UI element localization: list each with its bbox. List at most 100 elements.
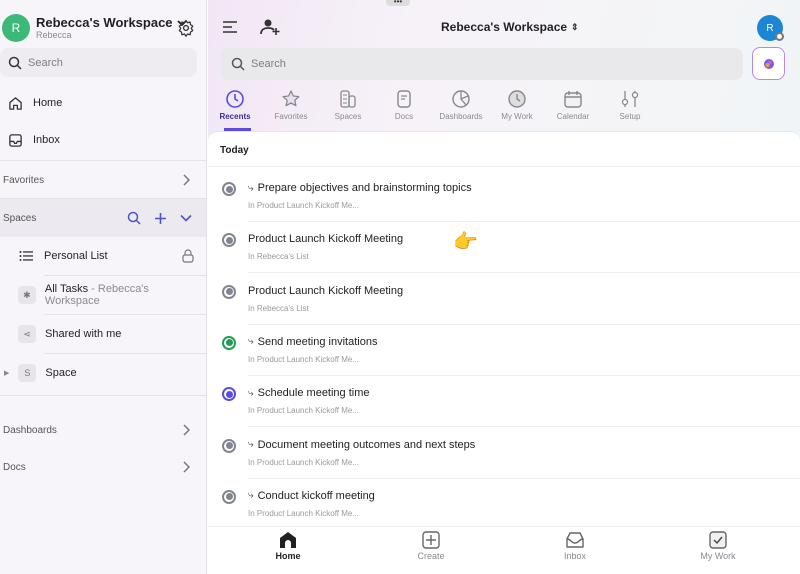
bottom-tab-inbox[interactable]: Inbox [535, 531, 615, 561]
tab-dashboards[interactable]: Dashboards [431, 89, 491, 121]
tab-spaces[interactable]: Spaces [318, 89, 378, 121]
list-item[interactable]: ⤷ Prepare objectives and brainstorming to… [208, 171, 800, 222]
task-location: In Product Launch Kickoff Me... [248, 406, 360, 416]
status-indicator [775, 32, 784, 41]
subtask-icon: ⤷ [248, 336, 254, 348]
bottom-tab-my-work[interactable]: My Work [678, 531, 758, 561]
workspace-switcher[interactable]: Rebecca's Workspace Rebecca [36, 15, 187, 40]
chevron-down-icon[interactable] [180, 214, 192, 222]
all-tasks-label: All Tasks [44, 283, 89, 295]
search-icon[interactable] [127, 211, 141, 225]
list-item[interactable]: Product Launch Kickoff Meeting In Rebecca… [208, 274, 800, 325]
tab-label: Dashboards [439, 112, 483, 121]
window-handle[interactable]: ••• [386, 0, 410, 6]
sidebar-item-spaces[interactable]: Spaces [0, 199, 206, 237]
search-placeholder: Search [251, 58, 286, 70]
task-title: Document meeting outcomes and next steps [257, 438, 476, 451]
menu-icon[interactable] [222, 20, 238, 34]
bottom-nav: Home Create Inbox My Work [208, 526, 800, 574]
tab-docs[interactable]: Docs [374, 89, 434, 121]
sidebar-item-all-tasks[interactable]: ✱ All Tasks - Rebecca's Workspace [0, 283, 206, 307]
status-icon[interactable] [222, 335, 236, 350]
sidebar-search-input[interactable]: Search [0, 48, 197, 77]
sidebar: R Rebecca's Workspace Rebecca Search Hom… [0, 0, 207, 574]
checkbox-icon [709, 531, 727, 549]
status-icon[interactable] [222, 182, 236, 196]
status-icon[interactable] [222, 438, 236, 453]
lock-icon [182, 249, 194, 263]
asterisk-icon: ✱ [18, 286, 36, 304]
tab-calendar[interactable]: Calendar [543, 89, 603, 121]
sidebar-item-home[interactable]: Home [0, 93, 206, 113]
tab-favorites[interactable]: Favorites [261, 89, 321, 121]
workspace-avatar[interactable]: R [2, 14, 30, 42]
workspace-title-switcher[interactable]: Rebecca's Workspace ⇕ [441, 20, 579, 34]
subtask-icon: ⤷ [248, 490, 254, 502]
doc-icon [397, 90, 411, 108]
search-icon [231, 57, 245, 71]
list-item[interactable]: Product Launch Kickoff Meeting In Rebecca… [208, 222, 800, 274]
status-icon[interactable] [222, 387, 236, 402]
gear-icon[interactable] [177, 19, 195, 37]
bottom-tab-home[interactable]: Home [248, 531, 328, 561]
tab-setup[interactable]: Setup [600, 89, 660, 121]
sidebar-item-docs[interactable]: Docs [0, 457, 206, 477]
divider [208, 166, 800, 167]
ai-brain-button[interactable] [752, 47, 785, 80]
list-item[interactable]: ⤷ Send meeting invitations In Product Laun… [208, 325, 800, 376]
workspace-name: Rebecca's Workspace [36, 15, 173, 30]
caret-right-icon[interactable]: ▶ [4, 369, 9, 377]
task-title: Send meeting invitations [257, 335, 378, 348]
sidebar-item-inbox[interactable]: Inbox [0, 130, 206, 150]
inbox-label: Inbox [563, 551, 587, 561]
chevron-updown-icon: ⇕ [571, 21, 579, 32]
spaces-icon [340, 90, 356, 108]
plus-icon[interactable] [154, 212, 167, 225]
pointer-hand-icon: 👉 [453, 231, 478, 253]
task-location: In Product Launch Kickoff Me... [248, 457, 360, 467]
inbox-label: Inbox [33, 134, 60, 146]
docs-label: Docs [3, 461, 26, 473]
status-icon[interactable] [222, 233, 236, 248]
star-icon [282, 90, 300, 107]
list-icon [19, 251, 33, 261]
plus-square-icon [422, 531, 440, 549]
space-label: Space [45, 367, 77, 379]
add-user-icon[interactable] [260, 18, 280, 36]
task-location: In Product Launch Kickoff Me... [248, 201, 360, 210]
sidebar-item-personal-list[interactable]: Personal List [0, 246, 206, 266]
clock-icon [226, 90, 244, 108]
tab-my-work[interactable]: My Work [487, 89, 547, 121]
list-item[interactable]: ⤷ Schedule meeting time In Product Launch … [208, 376, 800, 428]
status-icon[interactable] [222, 284, 236, 299]
dashboards-label: Dashboards [3, 424, 57, 436]
tab-recents[interactable]: Recents [205, 89, 265, 121]
list-item[interactable]: ⤷ Document meeting outcomes and next step… [208, 428, 800, 479]
bottom-tab-create[interactable]: Create [391, 531, 471, 561]
sidebar-item-space[interactable]: ▶ S Space [0, 363, 206, 383]
task-location: In Rebecca's List [248, 252, 309, 262]
recents-list: Today ⤷ Prepare objectives and brainstorm… [208, 131, 800, 526]
sidebar-item-shared[interactable]: ⋖ Shared with me [0, 324, 206, 344]
subtask-icon: ⤷ [248, 387, 254, 399]
list-item[interactable]: ⤷ Conduct kickoff meeting In Product Launc… [208, 479, 800, 530]
divider [44, 353, 206, 354]
search-icon [8, 56, 22, 70]
tab-label: Spaces [334, 112, 362, 121]
task-title: Prepare objectives and brainstorming top… [257, 182, 472, 194]
main-search-input[interactable]: Search [221, 48, 743, 80]
workspace-title: Rebecca's Workspace [441, 20, 568, 34]
favorites-label: Favorites [3, 174, 45, 186]
sidebar-item-favorites[interactable]: Favorites [0, 170, 206, 190]
sidebar-item-dashboards[interactable]: Dashboards [0, 420, 206, 440]
create-label: Create [417, 551, 445, 561]
tab-label: Calendar [556, 112, 590, 121]
user-name: Rebecca [36, 30, 72, 40]
tab-label: Favorites [274, 112, 308, 121]
divider [0, 395, 206, 396]
task-title: Conduct kickoff meeting [257, 489, 375, 502]
inbox-icon [566, 532, 584, 548]
task-title: Schedule meeting time [257, 387, 370, 400]
divider [44, 275, 206, 276]
status-icon[interactable] [222, 489, 236, 504]
